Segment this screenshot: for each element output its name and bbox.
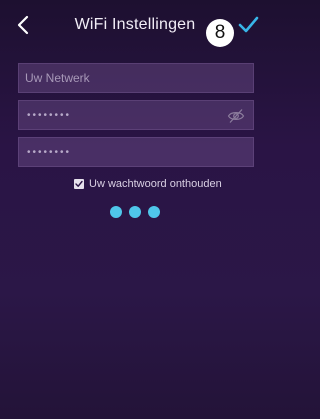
network-input[interactable] xyxy=(19,64,253,92)
header-bar: WiFi Instellingen 8 xyxy=(0,0,261,54)
back-button[interactable] xyxy=(12,12,34,38)
remember-password-toggle[interactable]: Uw wachtwoord onthouden xyxy=(74,177,222,191)
password-field[interactable]: •••••••• xyxy=(18,100,254,130)
remember-checkbox[interactable] xyxy=(74,179,84,189)
remember-password-label: Uw wachtwoord onthouden xyxy=(89,178,222,190)
password-masked-value: •••••••• xyxy=(27,109,72,121)
loading-indicator xyxy=(110,206,167,220)
eye-slash-icon[interactable] xyxy=(227,108,245,124)
loading-dot xyxy=(110,206,122,218)
step-badge: 8 xyxy=(206,19,234,47)
loading-dot xyxy=(129,206,141,218)
checkmark-icon xyxy=(238,16,259,33)
checkbox-check-icon xyxy=(75,180,83,187)
page-title: WiFi Instellingen xyxy=(74,16,196,33)
password-confirm-field[interactable]: •••••••• xyxy=(18,137,254,167)
chevron-left-icon xyxy=(17,15,29,35)
password-confirm-masked-value: •••••••• xyxy=(27,146,72,158)
network-field[interactable] xyxy=(18,63,254,93)
loading-dot xyxy=(148,206,160,218)
confirm-button[interactable] xyxy=(237,14,259,36)
